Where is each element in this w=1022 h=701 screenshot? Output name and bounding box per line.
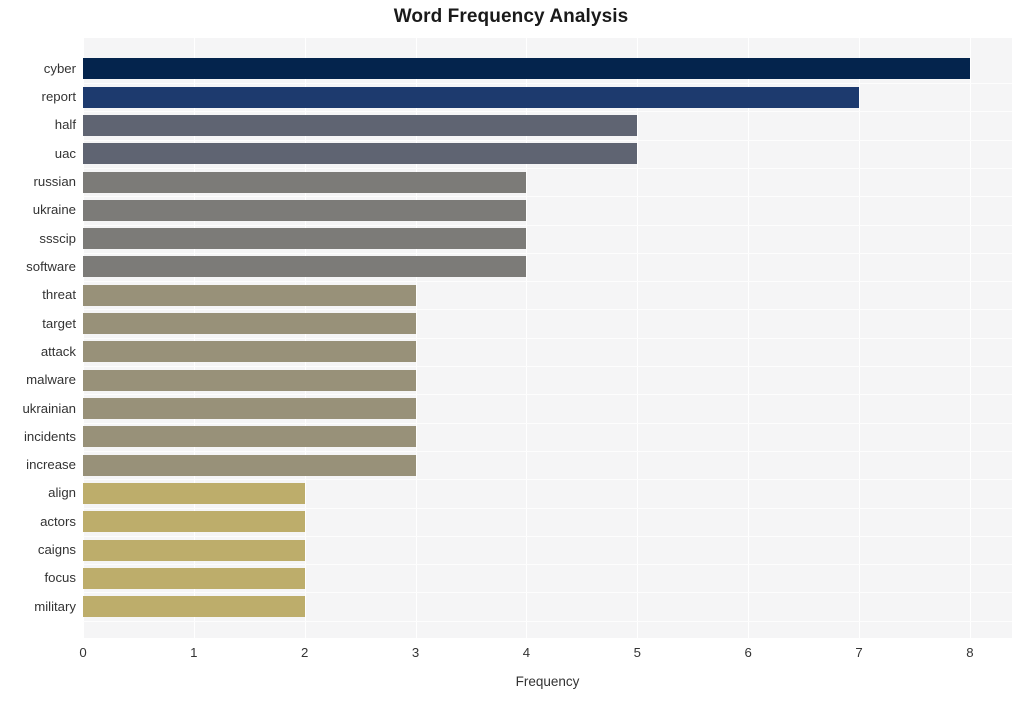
bar [83, 426, 416, 447]
y-axis-tick-label: ukrainian [22, 401, 76, 416]
y-axis-tick-label: align [48, 485, 76, 500]
y-gridline [83, 592, 1012, 593]
y-axis-tick-label: software [26, 259, 76, 274]
bar [83, 200, 526, 221]
x-axis-tick-label: 8 [966, 645, 974, 660]
y-axis-tick-labels: cyber report half uac russian ukraine ssscip so… [0, 38, 76, 638]
y-gridline [83, 196, 1012, 197]
x-axis-tick-label: 0 [79, 645, 87, 660]
y-axis-tick-label: increase [26, 457, 76, 472]
bar [83, 172, 526, 193]
bar [83, 398, 416, 419]
chart-figure: Word Frequency Analysis cyber report half u… [0, 0, 1022, 701]
y-axis-tick-label: attack [40, 344, 76, 359]
y-gridline [83, 338, 1012, 339]
x-axis-tick-labels: 0 1 2 3 4 5 6 7 8 [0, 645, 1022, 665]
y-axis-tick-label: ssscip [39, 231, 76, 246]
chart-title: Word Frequency Analysis [393, 6, 629, 27]
y-axis-tick-label: military [34, 599, 76, 614]
bar [83, 341, 416, 362]
y-axis-tick-label: cyber [43, 61, 76, 76]
x-axis-title: Frequency [515, 674, 580, 689]
bar [83, 540, 305, 561]
bar [83, 596, 305, 617]
y-gridline [83, 140, 1012, 141]
x-axis-tick-label: 6 [744, 645, 752, 660]
y-gridline [83, 281, 1012, 282]
y-gridline [83, 168, 1012, 169]
y-gridline [83, 621, 1012, 622]
y-gridline [83, 253, 1012, 254]
y-axis-tick-label: report [41, 89, 76, 104]
bar [83, 285, 416, 306]
y-gridline [83, 309, 1012, 310]
y-axis-tick-label: target [42, 316, 76, 331]
y-axis-tick-label: ukraine [32, 202, 76, 217]
x-axis-tick-label: 2 [301, 645, 309, 660]
y-axis-tick-label: incidents [23, 429, 76, 444]
bar [83, 313, 416, 334]
y-axis-tick-label: half [54, 117, 76, 132]
bar [83, 511, 305, 532]
bar [83, 568, 305, 589]
y-gridline [83, 83, 1012, 84]
y-axis-tick-label: actors [40, 514, 76, 529]
x-axis-tick-label: 1 [190, 645, 198, 660]
bar [83, 256, 526, 277]
bar [83, 87, 859, 108]
y-gridline [83, 451, 1012, 452]
y-gridline [83, 479, 1012, 480]
y-axis-tick-label: threat [42, 287, 76, 302]
x-axis-tick-label: 7 [855, 645, 863, 660]
x-axis-tick-label: 5 [633, 645, 641, 660]
y-gridline [83, 423, 1012, 424]
x-axis-tick-label: 4 [522, 645, 531, 660]
y-gridline [83, 394, 1012, 395]
y-axis-tick-label: uac [54, 146, 76, 161]
bar [83, 58, 970, 79]
x-axis-tick-label: 3 [411, 645, 420, 660]
y-gridline [83, 111, 1012, 112]
plot-area [83, 38, 1012, 638]
bar [83, 370, 416, 391]
bar [83, 228, 526, 249]
bar [83, 143, 637, 164]
y-axis-tick-label: malware [26, 372, 76, 387]
bar [83, 455, 416, 476]
bar [83, 115, 637, 136]
y-gridline [83, 508, 1012, 509]
y-axis-tick-label: focus [44, 570, 76, 585]
y-axis-tick-label: caigns [37, 542, 76, 557]
bar [83, 483, 305, 504]
y-gridline [83, 225, 1012, 226]
y-axis-tick-label: russian [33, 174, 76, 189]
y-gridline [83, 366, 1012, 367]
y-gridline [83, 536, 1012, 537]
y-gridline [83, 564, 1012, 565]
